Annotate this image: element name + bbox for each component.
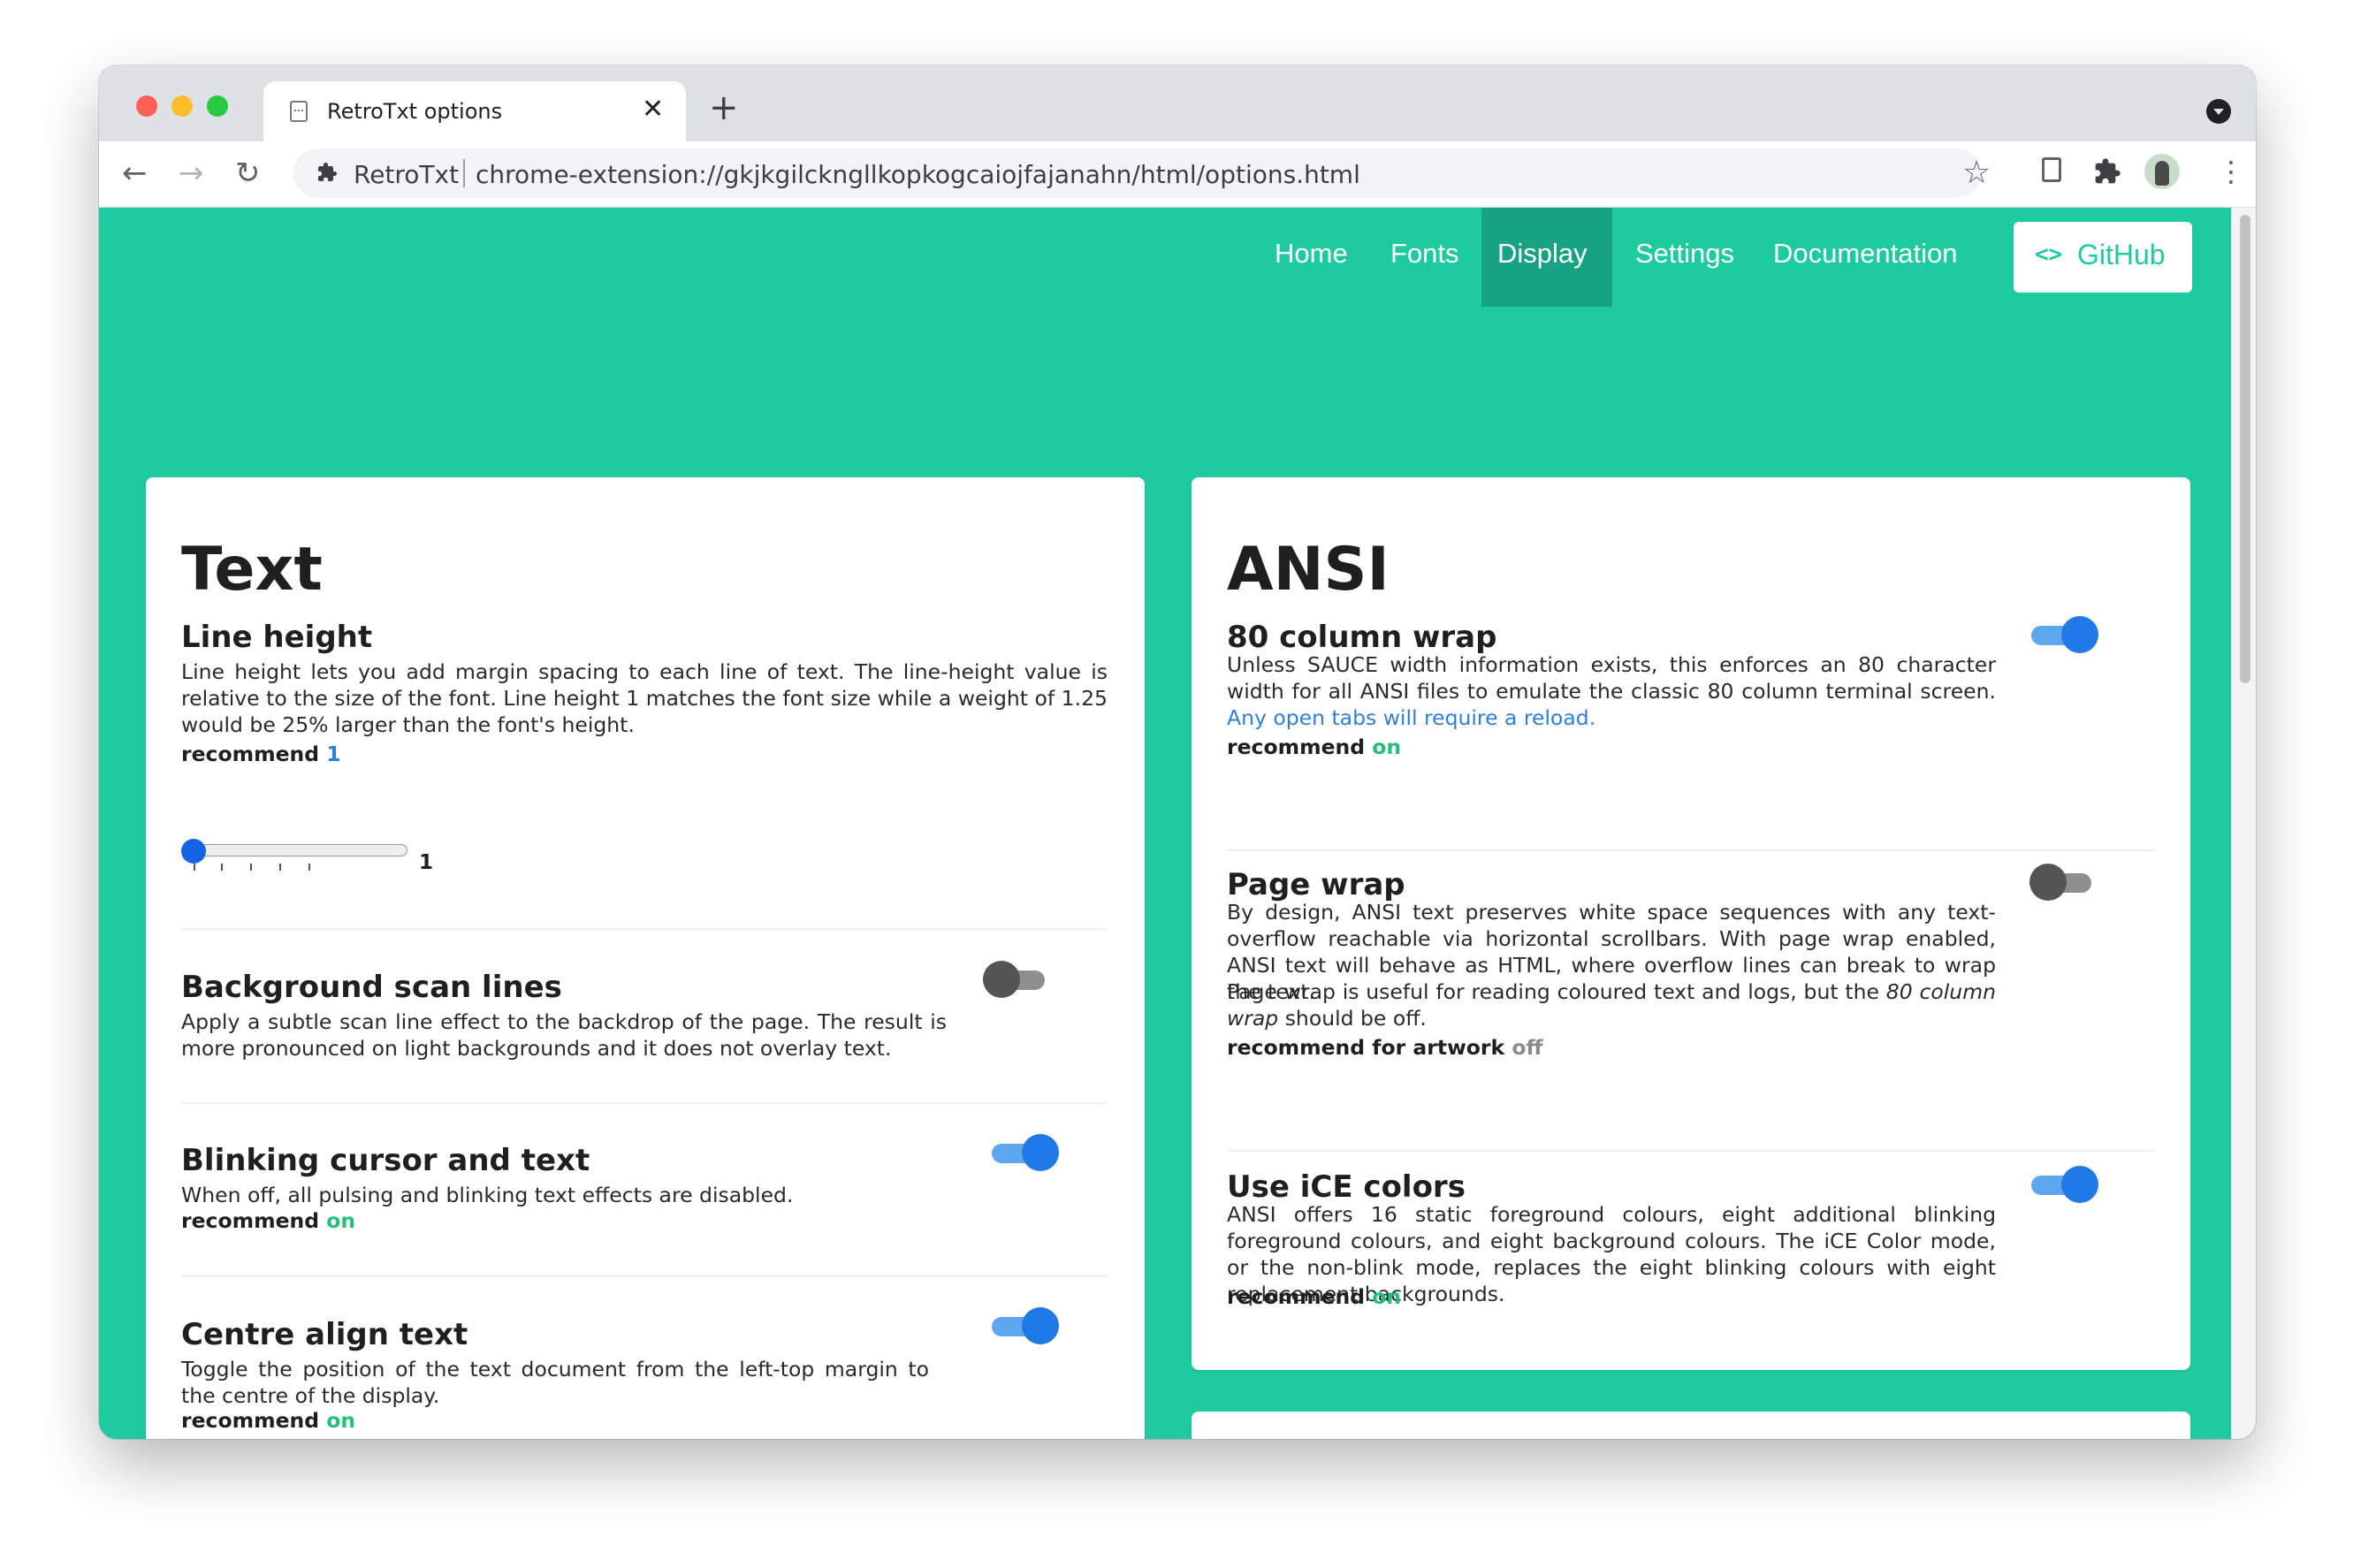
nav-documentation[interactable]: Documentation	[1773, 238, 1958, 270]
blinking-title: Blinking cursor and text	[181, 1143, 590, 1178]
minimize-window-button[interactable]	[171, 95, 193, 117]
close-window-button[interactable]	[136, 95, 157, 117]
new-tab-button[interactable]: +	[709, 90, 739, 126]
ice-colors-toggle[interactable]	[2031, 1166, 2098, 1203]
forward-arrow-icon[interactable]: →	[179, 156, 204, 191]
nav-settings[interactable]: Settings	[1635, 238, 1734, 270]
column-wrap-description: Unless SAUCE width information exists, t…	[1227, 652, 1996, 730]
extension-name: RetroTxt	[354, 160, 460, 189]
section-divider	[181, 1275, 1108, 1277]
slider-tick	[221, 864, 223, 871]
blinking-description: When off, all pulsing and blinking text …	[181, 1183, 794, 1207]
close-tab-icon[interactable]: ✕	[642, 94, 664, 126]
browser-window: RetroTxt options ✕ + ← → ↻ RetroTxt chro…	[99, 65, 2256, 1439]
nav-home[interactable]: Home	[1275, 238, 1348, 270]
line-height-title: Line height	[181, 620, 373, 655]
centre-align-toggle[interactable]	[992, 1307, 1059, 1344]
code-icon: <>	[2035, 241, 2063, 268]
centre-align-title: Centre align text	[181, 1317, 468, 1352]
blinking-recommend: recommend on	[181, 1208, 356, 1233]
scan-lines-description: Apply a subtle scan line effect to the b…	[181, 1009, 947, 1061]
tab-search-icon[interactable]	[2206, 99, 2231, 124]
line-height-description: Line height lets you add margin spacing …	[181, 659, 1108, 737]
nav-fonts[interactable]: Fonts	[1390, 238, 1459, 270]
section-divider	[181, 928, 1108, 930]
ice-colors-title: Use iCE colors	[1227, 1169, 1466, 1205]
ice-colors-recommend: recommend on	[1227, 1284, 1402, 1309]
line-height-slider[interactable]	[181, 844, 407, 856]
slider-tick	[194, 864, 195, 871]
scan-lines-toggle[interactable]	[983, 961, 1050, 998]
maximize-window-button[interactable]	[207, 95, 228, 117]
address-bar[interactable]: RetroTxt chrome-extension://gkjkgilckngl…	[293, 148, 1982, 198]
column-wrap-toggle[interactable]	[2031, 616, 2098, 653]
column-wrap-title: 80 column wrap	[1227, 620, 1497, 655]
centre-align-recommend: recommend on	[181, 1408, 356, 1433]
line-height-value: 1	[419, 851, 434, 874]
profile-avatar[interactable]	[2144, 154, 2180, 189]
section-divider	[1227, 1150, 2155, 1152]
page-wrap-description-2: Page wrap is useful for reading coloured…	[1227, 979, 1996, 1031]
scan-lines-title: Background scan lines	[181, 970, 562, 1005]
blinking-toggle[interactable]	[992, 1134, 1059, 1171]
page-scrollbar[interactable]	[2231, 208, 2256, 1439]
extensions-puzzle-icon[interactable]	[2093, 157, 2121, 186]
line-height-recommend: recommend 1	[181, 742, 341, 766]
browser-toolbar: ← → ↻ RetroTxt chrome-extension://gkjkgi…	[99, 141, 2256, 208]
tab-strip: RetroTxt options ✕ +	[99, 65, 2256, 141]
bookmark-star-icon[interactable]: ☆	[1962, 156, 1991, 191]
url-text[interactable]: chrome-extension://gkjkgilckngllkopkogca…	[476, 160, 1360, 189]
centre-align-description: Toggle the position of the text document…	[181, 1357, 929, 1408]
slider-tick	[250, 864, 252, 871]
reload-icon[interactable]: ↻	[235, 156, 261, 191]
back-arrow-icon[interactable]: ←	[122, 156, 148, 191]
scrollbar-thumb[interactable]	[2240, 215, 2250, 683]
section-divider	[181, 1102, 1108, 1104]
text-card-title: Text	[181, 535, 323, 605]
page-wrap-recommend: recommend for artwork off	[1227, 1035, 1543, 1060]
column-wrap-recommend: recommend on	[1227, 735, 1402, 759]
address-separator	[463, 159, 465, 187]
nav-display[interactable]: Display	[1497, 238, 1588, 270]
extension-puzzle-icon	[318, 163, 337, 181]
github-label: GitHub	[2077, 239, 2166, 270]
tab-title: RetroTxt options	[327, 99, 503, 124]
reload-note: Any open tabs will require a reload.	[1227, 705, 1596, 730]
page-favicon-icon	[290, 101, 308, 122]
github-button[interactable]: <> GitHub	[2014, 222, 2192, 293]
reading-mode-icon[interactable]	[2042, 157, 2061, 182]
line-height-slider-handle[interactable]	[181, 839, 206, 864]
next-settings-card	[1192, 1412, 2190, 1439]
ansi-card-title: ANSI	[1227, 535, 1390, 605]
section-divider	[1227, 849, 2155, 851]
browser-tab[interactable]: RetroTxt options ✕	[263, 81, 686, 141]
slider-tick	[308, 864, 310, 871]
more-menu-icon[interactable]: ⋮	[2217, 154, 2245, 189]
page-wrap-title: Page wrap	[1227, 867, 1405, 902]
page-viewport: Home Fonts Display Settings Documentatio…	[99, 208, 2256, 1439]
slider-tick	[279, 864, 281, 871]
page-wrap-toggle[interactable]	[2029, 864, 2097, 901]
